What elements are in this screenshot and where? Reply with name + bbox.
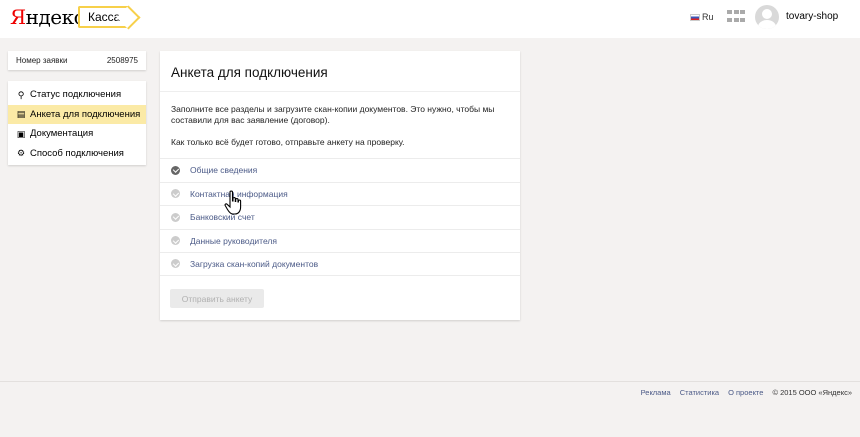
intro-text: Заполните все разделы и загрузите скан-к…: [171, 104, 495, 125]
user-avatar-icon[interactable]: [755, 5, 779, 29]
hand-cursor-icon: [224, 190, 242, 215]
form-step-item[interactable]: Загрузка скан-копий документов: [160, 252, 520, 276]
sidebar-item[interactable]: ⚲ Статус подключения: [8, 85, 146, 105]
footer-divider: [0, 381, 860, 382]
status-icon: ⚲: [17, 89, 25, 100]
form-step-label: Загрузка скан-копий документов: [190, 258, 319, 269]
sidebar-item[interactable]: ▣ Документация: [8, 124, 146, 144]
footer-link[interactable]: О проекте: [728, 388, 763, 397]
sidebar-item-label: Документация: [30, 128, 94, 140]
footer: Реклама Статистика О проекте © 2015 ООО «Ян…: [641, 388, 852, 397]
sidebar-item[interactable]: ⚙ Способ подключения: [8, 144, 146, 164]
intro-text-2: Как только всё будет готово, отправьте а…: [171, 137, 405, 147]
checkmark-icon: [171, 212, 180, 222]
form-step-item[interactable]: Контактная информация: [160, 181, 520, 206]
order-number-value: 2508975: [106, 56, 138, 65]
sidebar-menu: ⚲ Статус подключения ▤ Анкета для подключен…: [8, 81, 146, 165]
yandex-logo[interactable]: Яндекс: [10, 5, 85, 29]
plug-icon: ⚙: [16, 148, 26, 159]
page-title: Анкета для подключения: [171, 65, 328, 80]
order-number-box: Номер заявки 2508975: [8, 51, 146, 70]
username[interactable]: tovary-shop: [786, 11, 838, 22]
form-step-label: Данные руководителя: [190, 235, 277, 246]
footer-link[interactable]: Реклама: [641, 388, 671, 397]
sidebar-item[interactable]: ▤ Анкета для подключения: [8, 104, 146, 124]
sidebar-item-label: Способ подключения: [30, 147, 124, 159]
checkmark-icon: [171, 259, 180, 269]
divider: [160, 91, 520, 92]
form-step-item[interactable]: Банковский счет: [160, 205, 520, 229]
russia-flag-icon: [690, 13, 700, 21]
service-tag[interactable]: Касса: [78, 6, 128, 28]
submit-form-button[interactable]: Отправить анкету: [170, 289, 264, 308]
order-number-label: Номер заявки: [16, 56, 68, 65]
checkmark-icon: [171, 165, 180, 175]
language-label: Ru: [702, 12, 714, 22]
language-switch[interactable]: Ru: [690, 12, 714, 22]
copyright: © 2015 ООО «Яндекс»: [772, 388, 852, 397]
docs-icon: ▣: [16, 128, 26, 139]
checkmark-icon: [171, 236, 180, 246]
form-step-item[interactable]: Общие сведения: [160, 158, 520, 182]
footer-link[interactable]: Статистика: [680, 388, 719, 397]
apps-grid-icon[interactable]: [727, 10, 745, 24]
steps-list: Общие сведения Контактная информация Банко…: [160, 158, 520, 276]
sidebar-item-label: Статус подключения: [30, 89, 122, 101]
sidebar-item-label: Анкета для подключения: [30, 108, 141, 120]
header: Яндекс Касса Ru tovary-shop: [0, 0, 860, 38]
connection-form-card: Анкета для подключения Заполните все раз…: [160, 51, 520, 320]
form-icon: ▤: [16, 109, 26, 120]
form-step-item[interactable]: Данные руководителя: [160, 228, 520, 253]
form-step-label: Общие сведения: [190, 165, 258, 176]
checkmark-icon: [171, 189, 180, 199]
